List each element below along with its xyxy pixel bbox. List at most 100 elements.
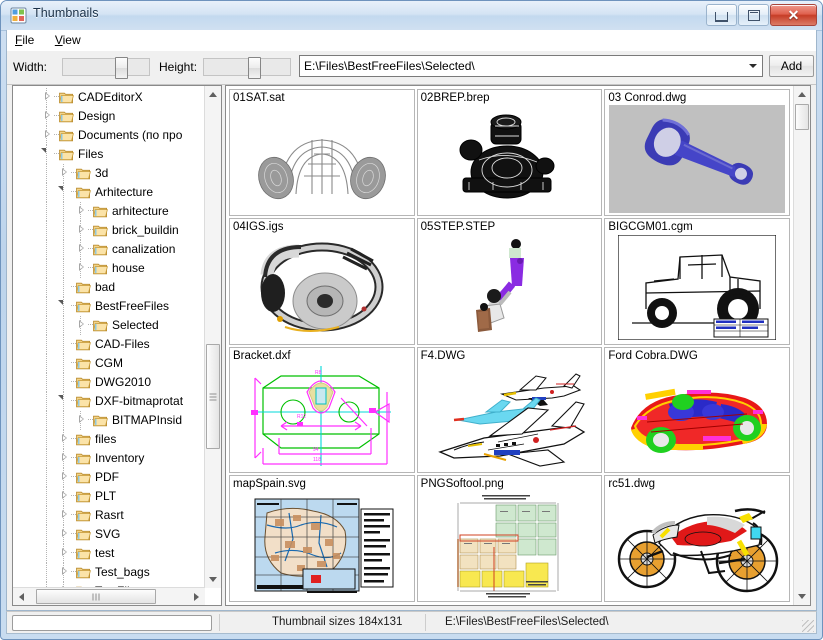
tree-item-bitmapinsid[interactable]: BITMAPInsid (13, 411, 205, 430)
tree-item-files[interactable]: files (13, 430, 205, 449)
svg-text:94: 94 (313, 447, 319, 453)
tree-scroll-right-button[interactable] (188, 588, 205, 605)
tree-item-documents[interactable]: Documents (по про (13, 126, 205, 145)
tree-item-cadeditorx[interactable]: CADEditorX (13, 88, 205, 107)
tree-guide-line (46, 202, 47, 221)
tree-vertical-scrollbar[interactable] (204, 86, 221, 588)
thumbnail-cell[interactable]: Ford Cobra.DWG (604, 347, 790, 474)
tree-item-cgm[interactable]: CGM (13, 354, 205, 373)
thumbnail-cell[interactable]: rc51.dwg (604, 475, 790, 602)
tree-item-rasrt[interactable]: Rasrt (13, 506, 205, 525)
thumbnail-filename: Bracket.dxf (233, 350, 291, 362)
menu-file[interactable]: File (7, 30, 42, 50)
thumbnail-filename: BIGCGM01.cgm (608, 221, 692, 233)
tree-item-svg[interactable]: SVG (13, 525, 205, 544)
tree-item-dxf-bitmaprotat[interactable]: DXF-bitmaprotat (13, 392, 205, 411)
close-icon: ✕ (788, 8, 800, 22)
tree-item-arhitecture[interactable]: Arhitecture (13, 183, 205, 202)
status-progress-field[interactable] (12, 615, 212, 631)
folder-icon (76, 186, 91, 199)
tree-horizontal-scrollbar[interactable] (13, 587, 205, 605)
tree-item-canalization[interactable]: canalization (13, 240, 205, 259)
tree-connector (51, 145, 59, 164)
thumbnails-app-icon (10, 7, 27, 24)
maximize-icon (748, 10, 760, 21)
tree-expander-open-icon[interactable] (41, 151, 50, 160)
tree-item-pdf[interactable]: PDF (13, 468, 205, 487)
resize-grip-icon[interactable] (802, 620, 814, 632)
width-slider-thumb[interactable] (115, 57, 128, 79)
tree-item-plt[interactable]: PLT (13, 487, 205, 506)
thumbnail-grid: 01SAT.sat 02BREP.brep (226, 86, 793, 605)
tree-item-label: BestFreeFiles (95, 297, 169, 316)
tree-expander-open-icon[interactable] (58, 303, 67, 312)
thumbnail-cell[interactable]: mapSpain.svg (229, 475, 415, 602)
thumbs-scroll-up-button[interactable] (794, 86, 810, 103)
thumbnail-cell[interactable]: F4.DWG (417, 347, 603, 474)
tree-item-label: DWG2010 (95, 373, 151, 392)
tree-item-bad[interactable]: bad (13, 278, 205, 297)
tree-item-test[interactable]: test (13, 544, 205, 563)
chevron-down-icon (749, 64, 757, 68)
tree-connector (85, 240, 93, 259)
tree-connector (85, 221, 93, 240)
thumbnail-cell[interactable]: 03 Conrod.dwg (604, 89, 790, 216)
tree-item-3d[interactable]: 3d (13, 164, 205, 183)
tree-scroll-up-button[interactable] (205, 86, 221, 103)
tree-item-design[interactable]: Design (13, 107, 205, 126)
thumbnail-cell[interactable]: 02BREP.brep (417, 89, 603, 216)
folder-tree-panel: CADEditorXDesignDocuments (по проFiles3d… (12, 85, 222, 606)
thumbnail-filename: PNGSoftool.png (421, 478, 504, 490)
tree-guide-line (46, 297, 47, 316)
tree-item-test-bags[interactable]: Test_bags (13, 563, 205, 582)
height-slider-thumb[interactable] (248, 57, 261, 79)
tree-guide-line (46, 468, 47, 487)
tree-expander-open-icon[interactable] (58, 189, 67, 198)
minimize-button[interactable] (706, 4, 737, 26)
path-dropdown-button[interactable] (744, 57, 761, 75)
tree-item-cad-files[interactable]: CAD-Files (13, 335, 205, 354)
thumbnail-preview-tractor (605, 234, 789, 342)
folder-icon (76, 167, 91, 180)
status-path: E:\Files\BestFreeFiles\Selected\ (445, 616, 609, 628)
tree-scroll-left-button[interactable] (13, 588, 30, 605)
thumbnails-vertical-scrollbar[interactable] (793, 86, 810, 605)
menu-view[interactable]: View (47, 30, 89, 50)
tree-item-bestfreefiles[interactable]: BestFreeFiles (13, 297, 205, 316)
tree-item-dwg2010[interactable]: DWG2010 (13, 373, 205, 392)
tree-item-inventory[interactable]: Inventory (13, 449, 205, 468)
thumbs-scroll-thumb[interactable] (795, 104, 809, 130)
add-button[interactable]: Add (769, 55, 814, 77)
tree-guide-line (63, 202, 64, 221)
thumbnail-preview-cobra-car (605, 363, 789, 471)
tree-item-files[interactable]: Files (13, 145, 205, 164)
thumbnail-cell[interactable]: Bracket.dxf (229, 347, 415, 474)
path-combobox[interactable]: E:\Files\BestFreeFiles\Selected\ (299, 55, 763, 77)
thumbs-scroll-down-button[interactable] (794, 588, 810, 605)
folder-icon (93, 224, 108, 237)
width-label: Width: (13, 60, 47, 74)
tree-item-arhitecture[interactable]: arhitecture (13, 202, 205, 221)
tree-scroll-thumb[interactable] (206, 344, 220, 449)
tree-item-selected[interactable]: Selected (13, 316, 205, 335)
folder-icon (76, 471, 91, 484)
thumbnail-cell[interactable]: 04IGS.igs (229, 218, 415, 345)
tree-connector (68, 373, 76, 392)
status-divider (219, 614, 220, 631)
thumbnail-cell[interactable]: 05STEP.STEP (417, 218, 603, 345)
tree-hscroll-thumb[interactable] (36, 589, 156, 604)
tree-scroll-down-button[interactable] (205, 571, 221, 588)
tree-item-house[interactable]: house (13, 259, 205, 278)
thumbnail-cell[interactable]: BIGCGM01.cgm (604, 218, 790, 345)
thumbnail-cell[interactable]: PNGSoftool.png (417, 475, 603, 602)
tree-item-label: bad (95, 278, 115, 297)
width-slider[interactable] (62, 58, 150, 76)
thumbnails-panel: 01SAT.sat 02BREP.brep (225, 85, 811, 606)
maximize-button[interactable] (738, 4, 769, 26)
close-button[interactable]: ✕ (770, 4, 817, 26)
tree-expander-open-icon[interactable] (58, 398, 67, 407)
height-slider[interactable] (203, 58, 291, 76)
tree-item-label: brick_buildin (112, 221, 179, 240)
tree-item-brick-buildin[interactable]: brick_buildin (13, 221, 205, 240)
thumbnail-cell[interactable]: 01SAT.sat (229, 89, 415, 216)
